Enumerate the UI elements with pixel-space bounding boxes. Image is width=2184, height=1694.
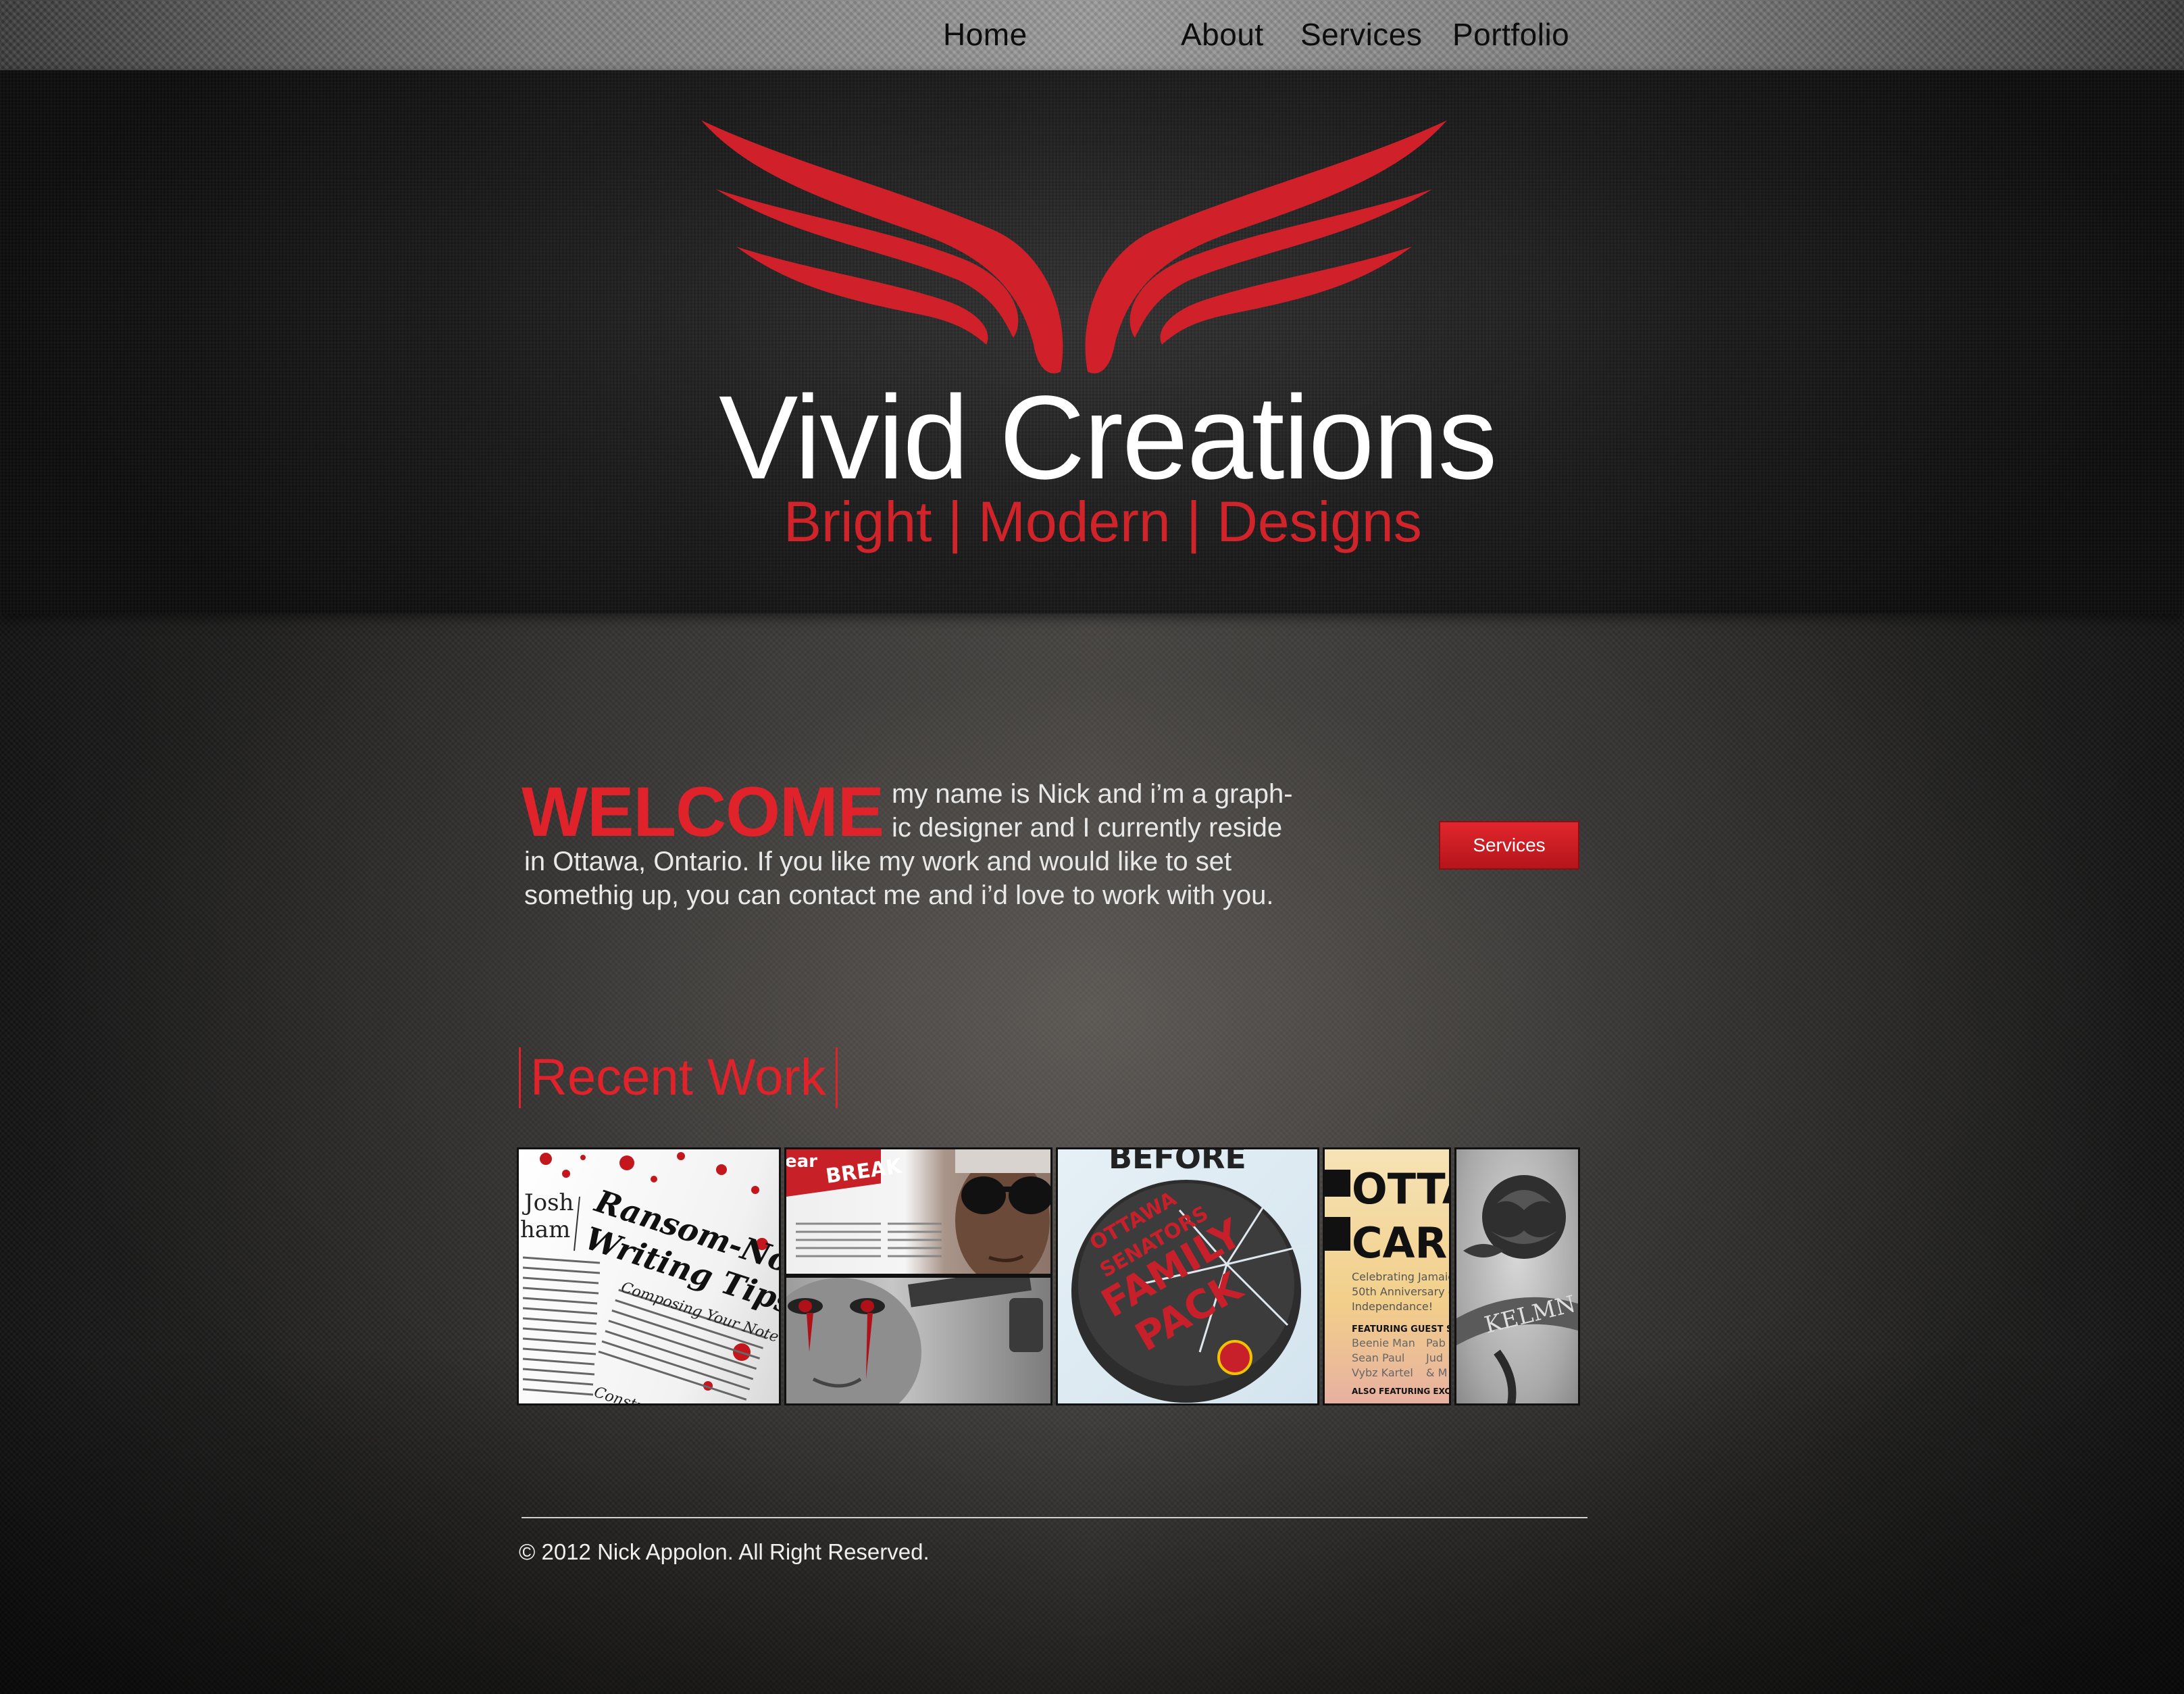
nav-portfolio[interactable]: Portfolio bbox=[1452, 16, 1569, 53]
senators-logo-icon bbox=[1217, 1340, 1252, 1375]
brand-tagline: Bright | Modern | Designs bbox=[784, 490, 1422, 553]
thumb5-text-anniversary: 50th Anniversary of bbox=[1352, 1285, 1451, 1298]
thumb4-text-before: BEFORE bbox=[1109, 1149, 1246, 1176]
welcome-text-line-2: ic designer and I currently reside bbox=[892, 813, 1283, 843]
thumb5-text-featuring: FEATURING GUEST STAR PER bbox=[1352, 1324, 1451, 1335]
thumb5-text-jud: Jud bbox=[1425, 1351, 1443, 1364]
thumb5-text-pab: Pab bbox=[1426, 1337, 1446, 1349]
copyright-text: © 2012 Nick Appolon. All Right Reserved. bbox=[519, 1539, 930, 1564]
thumb5-text-sean: Sean Paul bbox=[1352, 1351, 1404, 1364]
rose-tattoo-image: KELMN bbox=[1456, 1175, 1578, 1403]
thumb5-text-also: ALSO FEATURING EXCITING bbox=[1352, 1387, 1451, 1396]
red-wings-logo-icon bbox=[701, 120, 1447, 374]
recent-work-heading: Recent Work bbox=[519, 1047, 838, 1108]
services-button[interactable]: Services bbox=[1439, 821, 1579, 870]
brand-title: Vivid Creations bbox=[719, 372, 1497, 504]
thumb-ransom-note-article[interactable]: Josh ham Ransom-Note Writing Tips Compos… bbox=[517, 1147, 781, 1405]
kanye-magazine-image: ear BREAK bbox=[786, 1149, 1050, 1274]
footer-divider bbox=[522, 1517, 1588, 1518]
thumb5-text-m: & M bbox=[1426, 1366, 1447, 1379]
ottawa-carib-poster-image: OTTAW CARIB Celebrating Jamaica 50th Ann… bbox=[1325, 1164, 1451, 1396]
thumb5-text-vybz: Vybz Kartel bbox=[1352, 1366, 1413, 1379]
nav-home[interactable]: Home bbox=[943, 16, 1027, 53]
nav-services[interactable]: Services bbox=[1300, 16, 1422, 53]
top-nav: Home About Services Portfolio bbox=[0, 0, 2184, 70]
welcome-text-line-4: somethig up, you can contact me and i’d … bbox=[524, 880, 1274, 910]
thumb-rose-tattoo-sketch[interactable]: KELMN bbox=[1454, 1147, 1580, 1405]
bleeding-eye-image bbox=[786, 1278, 1043, 1403]
thumb5-text-independance: Independance! bbox=[1352, 1300, 1433, 1313]
welcome-heading: WELCOME bbox=[522, 773, 884, 851]
welcome-text-line-1: my name is Nick and i’m a graph- bbox=[892, 779, 1293, 809]
thumb1-text-subhead-2: Constructing Yo bbox=[592, 1384, 711, 1405]
thumb5-text-ottaw: OTTAW bbox=[1352, 1164, 1451, 1214]
rose-icon bbox=[1463, 1175, 1566, 1259]
thumb2-text-ear: ear bbox=[786, 1151, 817, 1172]
thumb-senators-family-pack[interactable]: BEFORE OTTAWA SENATORS FAMILY PACK bbox=[1056, 1147, 1319, 1405]
portrait-background bbox=[955, 1149, 1050, 1173]
nav-about[interactable]: About bbox=[1181, 16, 1264, 53]
gun-icon bbox=[908, 1278, 1043, 1352]
thumb-ottawa-carib-poster[interactable]: OTTAW CARIB Celebrating Jamaica 50th Ann… bbox=[1323, 1147, 1451, 1405]
thumb5-text-celebrating: Celebrating Jamaica bbox=[1352, 1270, 1451, 1283]
thumb-bleeding-eye-portrait[interactable] bbox=[784, 1276, 1052, 1405]
ransom-note-article-image: Josh ham Ransom-Note Writing Tips Compos… bbox=[520, 1152, 779, 1405]
thumb1-text-ham: ham bbox=[520, 1216, 570, 1243]
thumb5-text-beenie: Beenie Man bbox=[1352, 1337, 1415, 1349]
senators-family-pack-image: BEFORE OTTAWA SENATORS FAMILY PACK bbox=[1071, 1149, 1312, 1403]
thumb1-text-josh: Josh bbox=[522, 1189, 574, 1216]
welcome-text-line-3: in Ottawa, Ontario. If you like my work … bbox=[524, 847, 1232, 876]
thumb5-text-carib: CARIB bbox=[1352, 1218, 1451, 1268]
portrait-face bbox=[955, 1156, 1050, 1274]
thumb-kanye-magazine-spread[interactable]: ear BREAK bbox=[784, 1147, 1052, 1276]
article-divider bbox=[574, 1196, 580, 1251]
